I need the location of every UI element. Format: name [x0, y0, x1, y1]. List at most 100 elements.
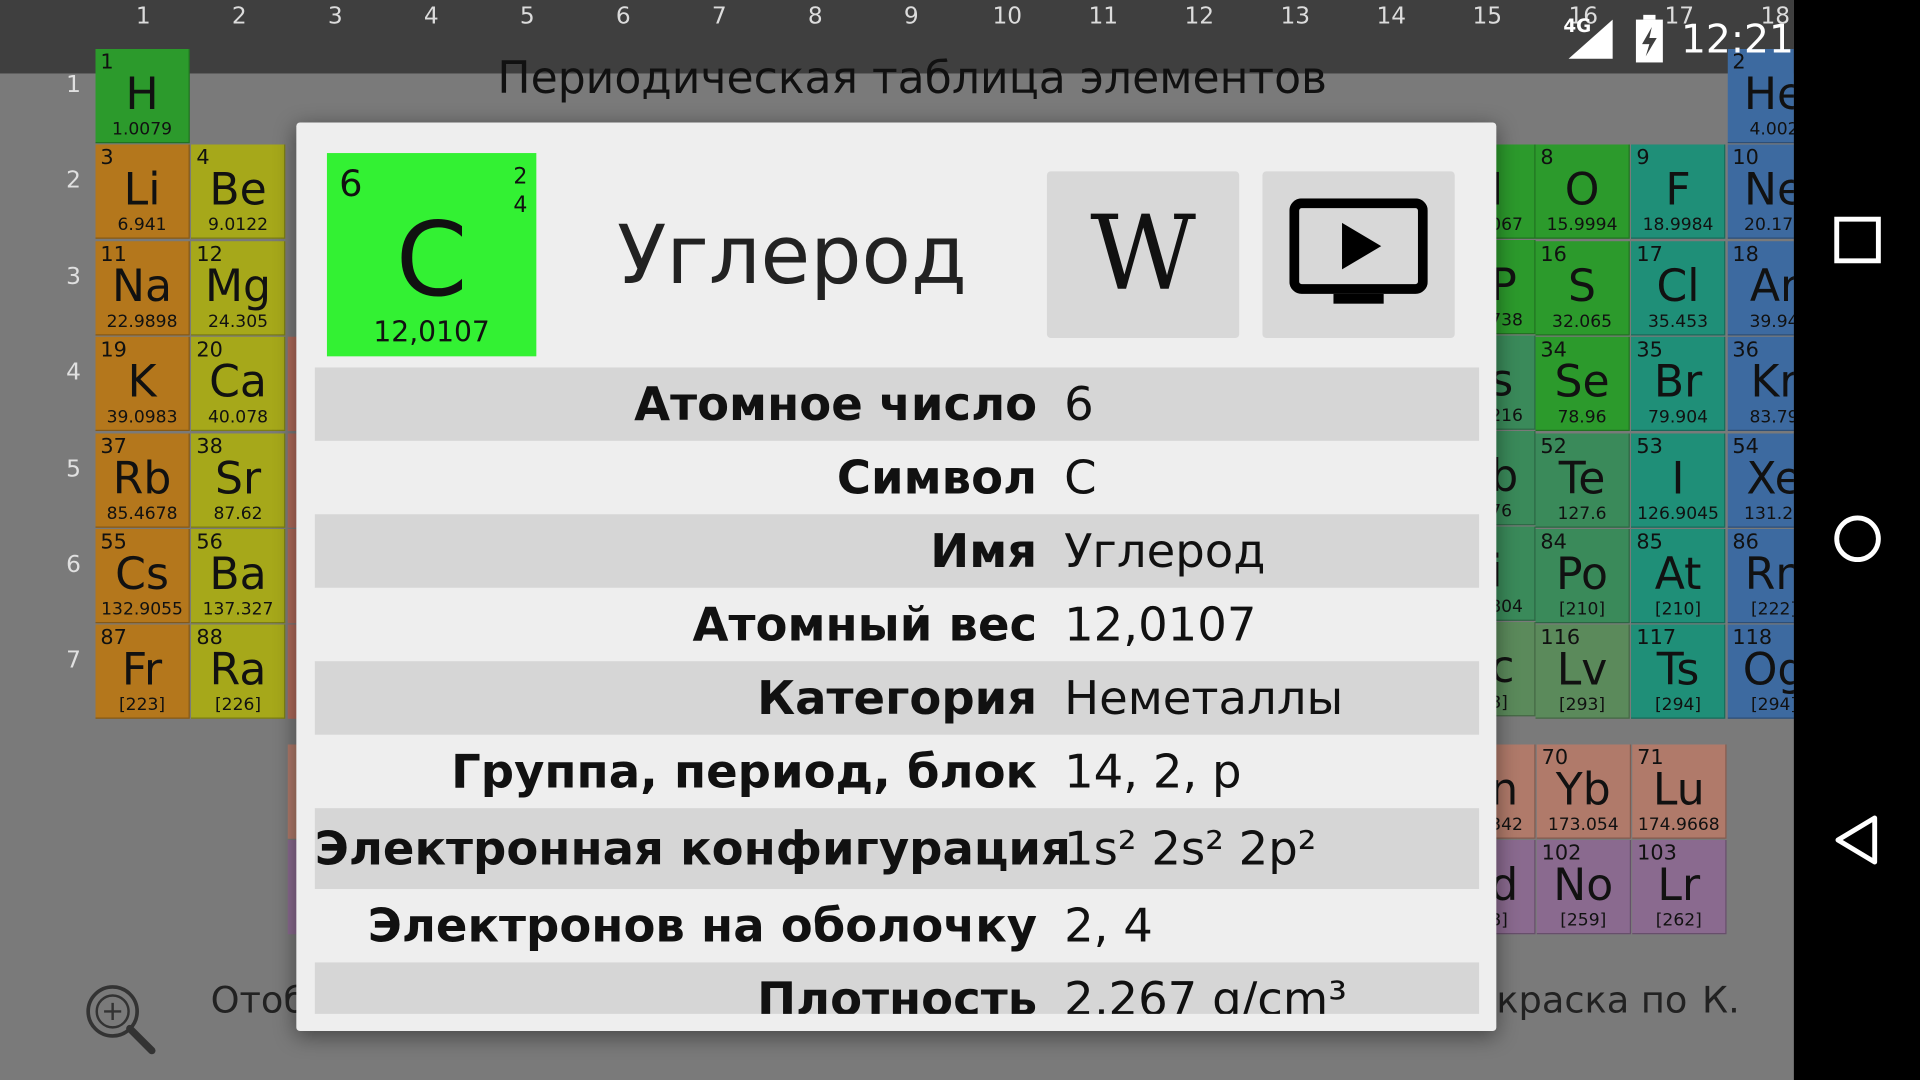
- detail-row: Атомное число 6: [314, 367, 1480, 441]
- detail-value: 2, 4: [1064, 898, 1153, 953]
- element-cell[interactable]: 9 F 18.9984: [1631, 144, 1726, 240]
- detail-value: 6: [1064, 377, 1094, 432]
- detail-row: Плотность 2,267 g/cm³: [314, 962, 1480, 1014]
- cell-weight: 78.96: [1557, 407, 1607, 428]
- cell-weight: 20.179: [1744, 215, 1794, 236]
- cell-weight: 132.9055: [101, 600, 183, 620]
- cell-weight: 39.0983: [106, 407, 178, 428]
- wikipedia-icon: W: [1090, 193, 1196, 314]
- element-cell[interactable]: 86Rn[222]: [1727, 528, 1794, 624]
- cell-symbol: Xe: [1746, 453, 1794, 504]
- display-mode-label[interactable]: Отоб: [211, 980, 306, 1023]
- cell-symbol: Li: [123, 165, 161, 216]
- element-cell[interactable]: 1 H 1.0079: [95, 48, 190, 144]
- cell-symbol: O: [1564, 165, 1600, 216]
- cell-weight: 39.94: [1749, 311, 1794, 332]
- element-tile: 6 2 4 C 12,0107: [326, 153, 537, 357]
- detail-label: Атомное число: [634, 377, 1038, 432]
- play-video-icon: [1289, 198, 1428, 304]
- cell-symbol: I: [1671, 453, 1685, 504]
- detail-row: Электронная конфигурация 1s² 2s² 2p²: [314, 808, 1480, 889]
- element-cell[interactable]: 18 Ar 39.94: [1727, 240, 1794, 336]
- detail-label: Электронов на оболочку: [367, 898, 1038, 953]
- group-number: 11: [1088, 2, 1119, 30]
- element-cell[interactable]: 55 Cs 132.9055: [95, 528, 190, 624]
- element-cell[interactable]: 8 O 15.9994: [1535, 144, 1630, 240]
- element-cell[interactable]: 116 Lv [293]: [1535, 624, 1630, 720]
- period-number: 3: [66, 263, 81, 290]
- magnifier-icon[interactable]: [81, 980, 162, 1061]
- element-cell[interactable]: 4 Be 9.0122: [191, 144, 286, 240]
- element-cell[interactable]: 54Xe131.29: [1727, 432, 1794, 528]
- detail-value: 14, 2, p: [1064, 744, 1242, 799]
- group-number: 12: [1184, 2, 1215, 30]
- element-cell[interactable]: 37 Rb 85.4678: [95, 432, 190, 528]
- element-cell[interactable]: 10Ne20.179: [1727, 144, 1794, 240]
- detail-label: Имя: [930, 524, 1038, 578]
- cell-weight: 6.941: [117, 215, 167, 236]
- cell-weight: [223]: [118, 695, 166, 716]
- element-cell[interactable]: 117 Ts [294]: [1631, 624, 1726, 720]
- period-number: 4: [66, 359, 81, 386]
- element-cell[interactable]: 35 Br 79.904: [1631, 336, 1726, 432]
- cell-symbol: Se: [1554, 357, 1610, 408]
- home-circle-icon[interactable]: [1831, 512, 1885, 566]
- cell-symbol: Ba: [209, 549, 267, 601]
- element-cell[interactable]: 20 Ca 40.078: [191, 336, 286, 432]
- cell-weight: 22.9898: [106, 311, 178, 332]
- cell-symbol: Sr: [214, 453, 262, 504]
- cell-weight: [259]: [1560, 911, 1607, 931]
- cell-weight: 87.62: [213, 503, 263, 524]
- tile-shell-1: 2: [513, 164, 528, 190]
- element-cell[interactable]: 88 Ra [226]: [191, 624, 286, 720]
- element-cell[interactable]: 87 Fr [223]: [95, 624, 190, 720]
- clock: 12:21: [1680, 15, 1794, 63]
- element-cell[interactable]: 53 I 126.9045: [1631, 432, 1726, 528]
- cell-symbol: Ar: [1749, 261, 1794, 312]
- detail-value: 12,0107: [1064, 597, 1257, 652]
- element-cell[interactable]: 71 Lu 174.9668: [1632, 744, 1727, 839]
- video-button[interactable]: [1262, 171, 1455, 338]
- detail-value: C: [1064, 450, 1097, 505]
- group-number: 10: [992, 2, 1023, 30]
- element-cell[interactable]: 38 Sr 87.62: [191, 432, 286, 528]
- element-cell[interactable]: 85 At [210]: [1631, 528, 1726, 624]
- cell-symbol: Fr: [121, 645, 163, 696]
- element-name: Углерод: [617, 208, 967, 303]
- group-number: 2: [231, 2, 247, 30]
- element-cell[interactable]: 102 No [259]: [1536, 840, 1632, 935]
- period-number: 6: [66, 551, 81, 578]
- cell-symbol: Mg: [205, 261, 272, 312]
- cell-symbol: Na: [112, 261, 173, 312]
- element-cell[interactable]: 118Og[294]: [1727, 624, 1794, 720]
- status-bar: 4G 12:21: [1563, 12, 1794, 66]
- navigation-bar: [1793, 0, 1920, 1080]
- coloring-value[interactable]: К.: [1702, 980, 1740, 1023]
- cell-symbol: K: [127, 357, 157, 408]
- group-number: 14: [1376, 2, 1407, 30]
- element-cell[interactable]: 52 Te 127.6: [1535, 432, 1630, 528]
- cell-weight: 85.4678: [106, 503, 178, 524]
- wikipedia-button[interactable]: W: [1046, 171, 1240, 338]
- cell-weight: 83.79: [1749, 407, 1794, 428]
- coloring-label[interactable]: краска по: [1496, 980, 1687, 1023]
- back-triangle-icon[interactable]: [1831, 813, 1885, 867]
- cell-symbol: Cs: [115, 549, 169, 601]
- element-cell[interactable]: 36 Kr 83.79: [1727, 336, 1794, 432]
- element-cell[interactable]: 12 Mg 24.305: [191, 240, 286, 336]
- detail-label: Категория: [757, 671, 1038, 725]
- element-cell[interactable]: 34 Se 78.96: [1535, 336, 1630, 432]
- cell-weight: 40.078: [208, 407, 269, 428]
- group-number: 15: [1472, 2, 1503, 30]
- element-cell[interactable]: 70 Yb 173.054: [1536, 744, 1632, 839]
- element-cell[interactable]: 103 Lr [262]: [1632, 840, 1727, 935]
- element-cell[interactable]: 11 Na 22.9898: [95, 240, 190, 336]
- element-cell[interactable]: 16 S 32.065: [1535, 240, 1630, 336]
- recents-square-icon[interactable]: [1831, 213, 1885, 267]
- element-cell[interactable]: 17 Cl 35.453: [1631, 240, 1726, 336]
- element-cell[interactable]: 56 Ba 137.327: [191, 528, 286, 624]
- element-cell[interactable]: 3 Li 6.941: [95, 144, 190, 240]
- detail-value: 1s² 2s² 2p²: [1064, 821, 1317, 876]
- element-cell[interactable]: 19 K 39.0983: [95, 336, 190, 432]
- element-cell[interactable]: 84 Po [210]: [1535, 528, 1630, 624]
